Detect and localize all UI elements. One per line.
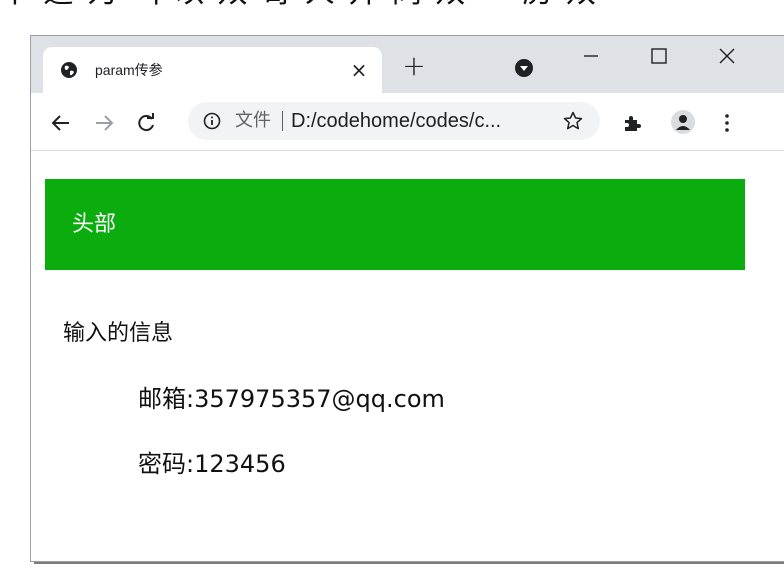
profile-avatar-icon[interactable] bbox=[671, 110, 695, 134]
tab-active[interactable]: param传参 × bbox=[43, 47, 382, 93]
password-line: 密码:123456 bbox=[138, 449, 286, 479]
window-close-icon[interactable] bbox=[715, 46, 739, 66]
cropped-top-text: 中 逛 为 叫 以 双 哥 人 开 同 双 一 历 双 bbox=[0, 0, 784, 8]
tab-title: param传参 bbox=[95, 62, 163, 78]
page-header: 头部 bbox=[45, 179, 745, 270]
tab-strip: param传参 × + bbox=[31, 36, 784, 93]
page-viewport: 头部 输入的信息 邮箱:357975357@qq.com 密码:123456 bbox=[31, 152, 784, 561]
tab-search-icon[interactable] bbox=[515, 59, 533, 77]
browser-window: param传参 × + 文件 D:/codehome/codes/c... 头部… bbox=[30, 35, 784, 562]
back-arrow-icon[interactable] bbox=[51, 113, 71, 133]
security-label[interactable]: 文件 bbox=[235, 110, 271, 132]
email-label: 邮箱: bbox=[138, 385, 195, 413]
globe-icon bbox=[61, 62, 77, 78]
new-tab-button[interactable]: + bbox=[400, 52, 428, 81]
password-label: 密码: bbox=[138, 450, 195, 478]
omnibox-divider bbox=[282, 111, 283, 131]
url-text[interactable]: D:/codehome/codes/c... bbox=[291, 109, 501, 133]
email-value: 357975357@qq.com bbox=[194, 385, 445, 413]
info-icon[interactable] bbox=[203, 112, 221, 130]
close-icon[interactable]: × bbox=[348, 59, 370, 81]
reload-icon[interactable] bbox=[136, 113, 156, 133]
forward-arrow-icon[interactable] bbox=[94, 113, 114, 133]
address-bar[interactable]: 文件 D:/codehome/codes/c... bbox=[188, 102, 600, 140]
browser-toolbar: 文件 D:/codehome/codes/c... bbox=[31, 93, 784, 151]
window-bottom-border bbox=[34, 562, 784, 564]
bookmark-star-icon[interactable] bbox=[563, 111, 583, 131]
password-value: 123456 bbox=[194, 450, 286, 478]
header-title: 头部 bbox=[72, 212, 117, 237]
minimize-icon[interactable] bbox=[579, 46, 603, 66]
extensions-puzzle-icon[interactable] bbox=[622, 113, 642, 133]
more-menu-icon[interactable] bbox=[723, 113, 731, 133]
section-title: 输入的信息 bbox=[63, 321, 174, 346]
maximize-icon[interactable] bbox=[647, 46, 671, 66]
email-line: 邮箱:357975357@qq.com bbox=[138, 384, 445, 414]
